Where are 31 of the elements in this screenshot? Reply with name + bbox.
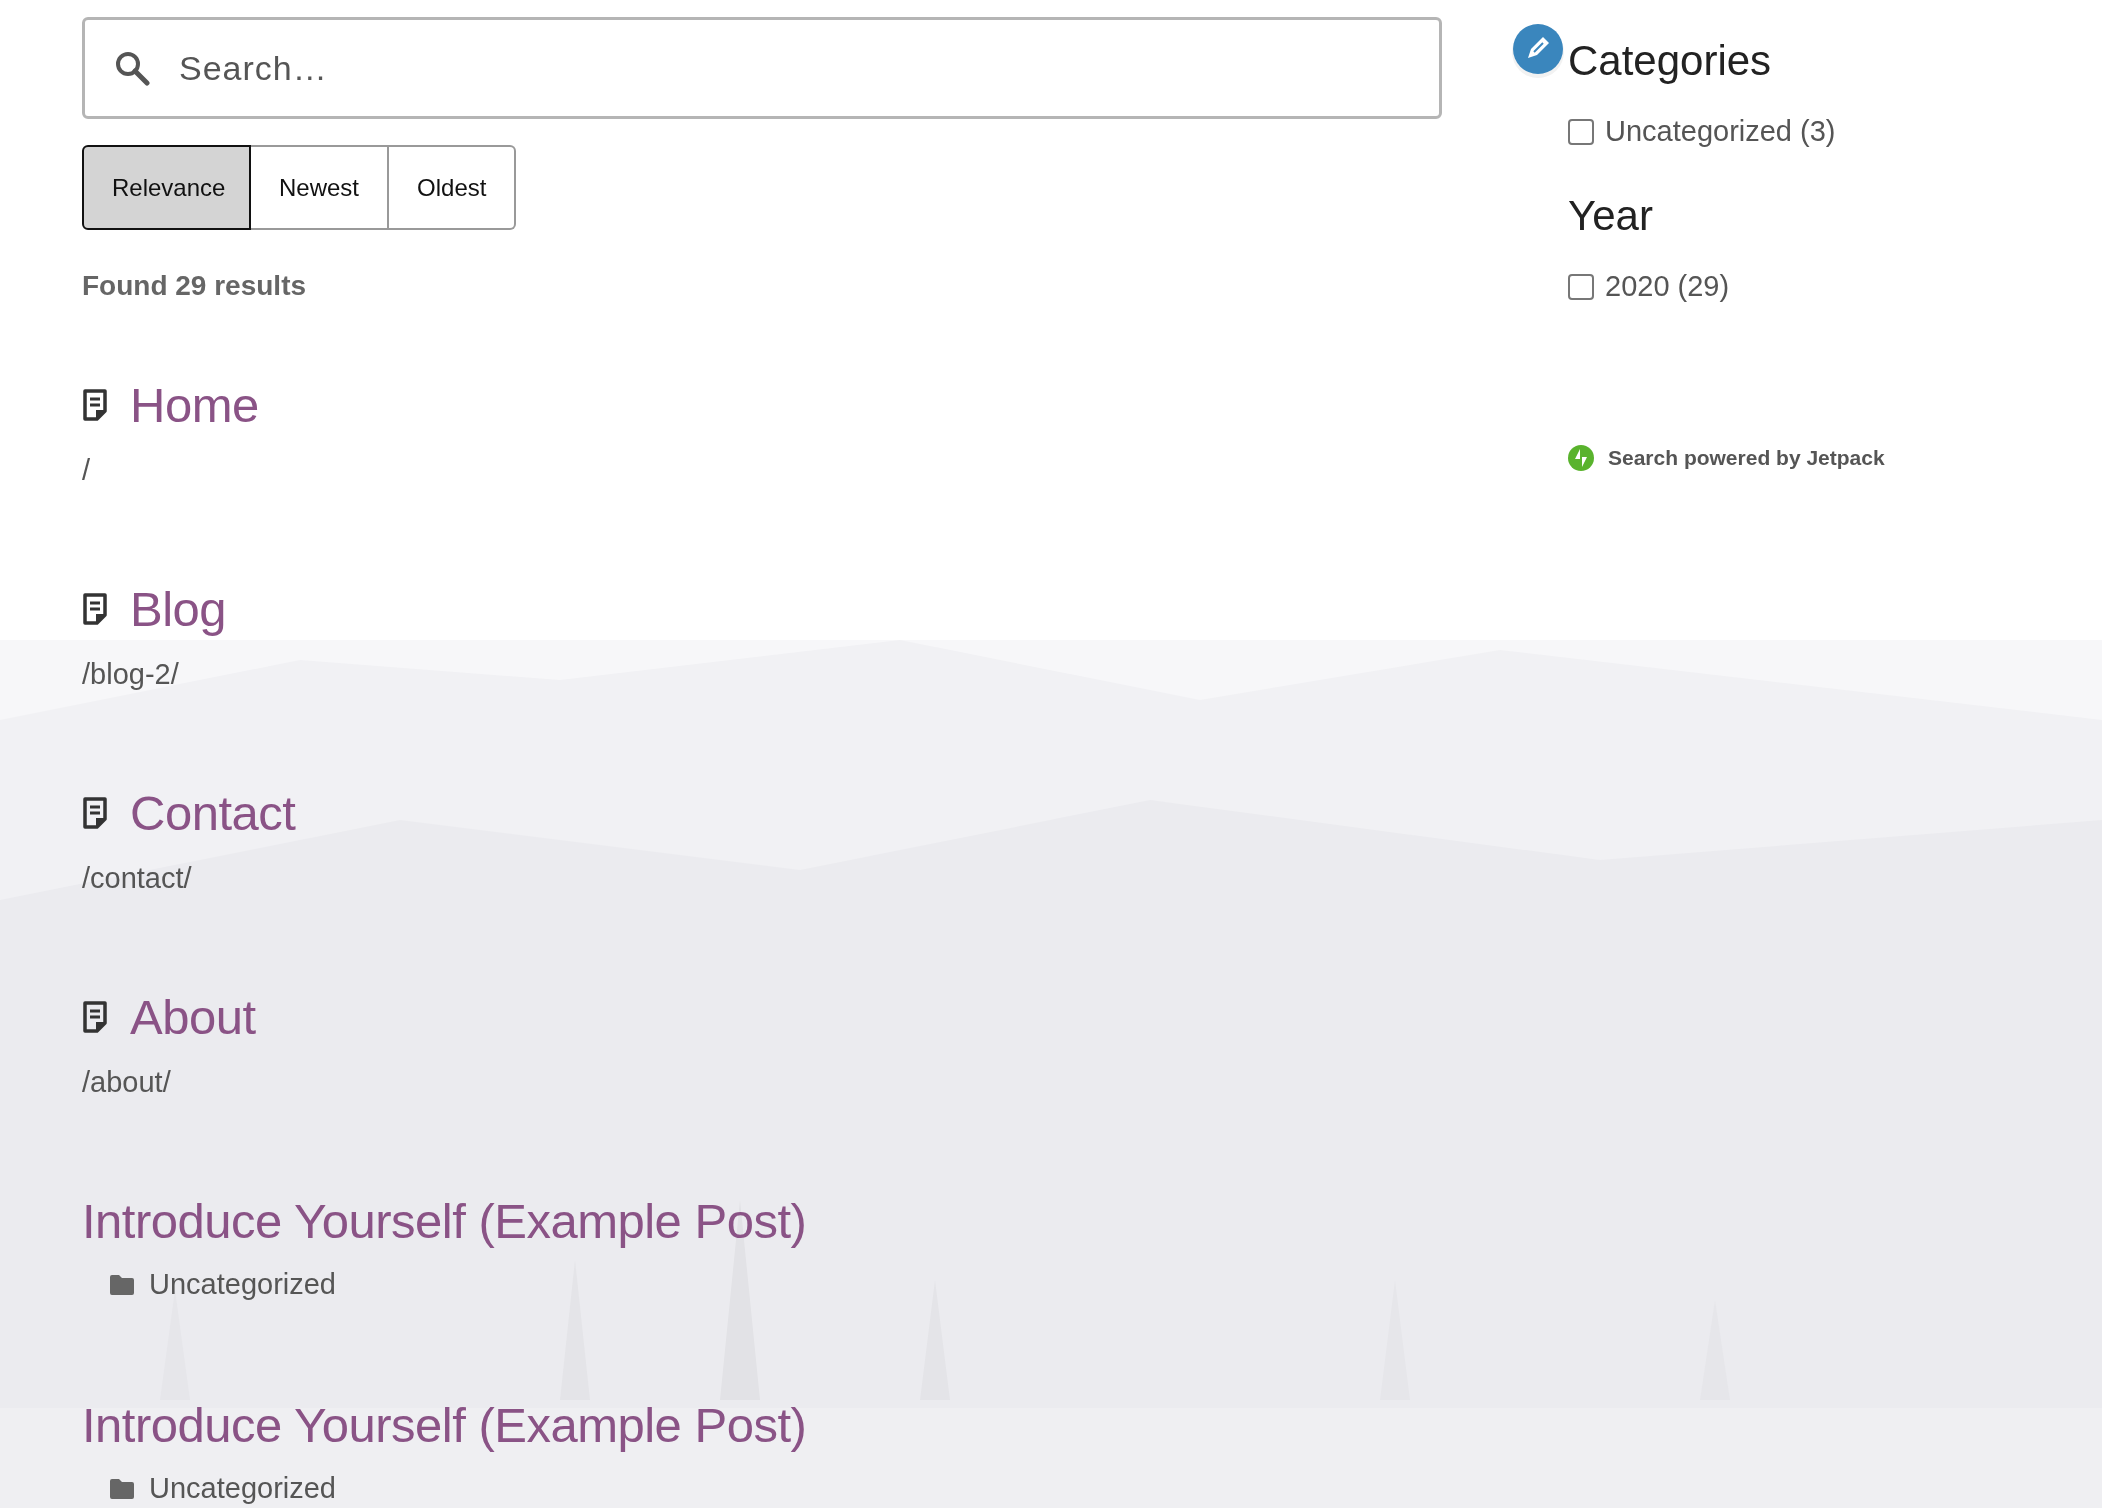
filter-option-label[interactable]: 2020 (29): [1605, 270, 1730, 303]
pencil-icon[interactable]: [1510, 22, 1566, 80]
filter-heading: Categories: [1568, 37, 1773, 85]
result-title-link[interactable]: About: [130, 989, 256, 1045]
result-path: /about/: [82, 1066, 172, 1099]
category-label: Uncategorized: [149, 1268, 336, 1301]
result-path: /blog-2/: [82, 658, 180, 691]
sort-tab[interactable]: Relevance: [82, 145, 251, 230]
category-label: Uncategorized: [149, 1472, 336, 1505]
sort-tab[interactable]: Oldest: [389, 145, 517, 230]
page-icon: [82, 797, 108, 829]
page-icon: [82, 389, 108, 421]
filter-option-label[interactable]: Uncategorized (3): [1605, 115, 1836, 148]
filter-heading: Year: [1568, 192, 1654, 240]
result-count: Found 29 results: [82, 270, 308, 302]
search-field[interactable]: Search…: [82, 17, 1442, 119]
result-path: /contact/: [82, 862, 193, 895]
bolt-icon: [1568, 445, 1594, 471]
result-path: /: [82, 454, 92, 487]
result-title-link[interactable]: Introduce Yourself (Example Post): [82, 1397, 807, 1453]
checkbox[interactable]: [1568, 273, 1594, 300]
result-title-link[interactable]: Home: [130, 377, 259, 433]
page-icon: [82, 1001, 108, 1033]
result-title-link[interactable]: Blog: [130, 581, 227, 637]
sort-tab[interactable]: Newest: [251, 145, 390, 230]
search-icon: [114, 50, 150, 86]
result-title-link[interactable]: Introduce Yourself (Example Post): [82, 1193, 807, 1249]
checkbox[interactable]: [1568, 118, 1594, 145]
powered-by-text: Search powered by Jetpack: [1608, 446, 1885, 470]
page-icon: [82, 593, 108, 625]
result-title-link[interactable]: Contact: [130, 785, 296, 841]
